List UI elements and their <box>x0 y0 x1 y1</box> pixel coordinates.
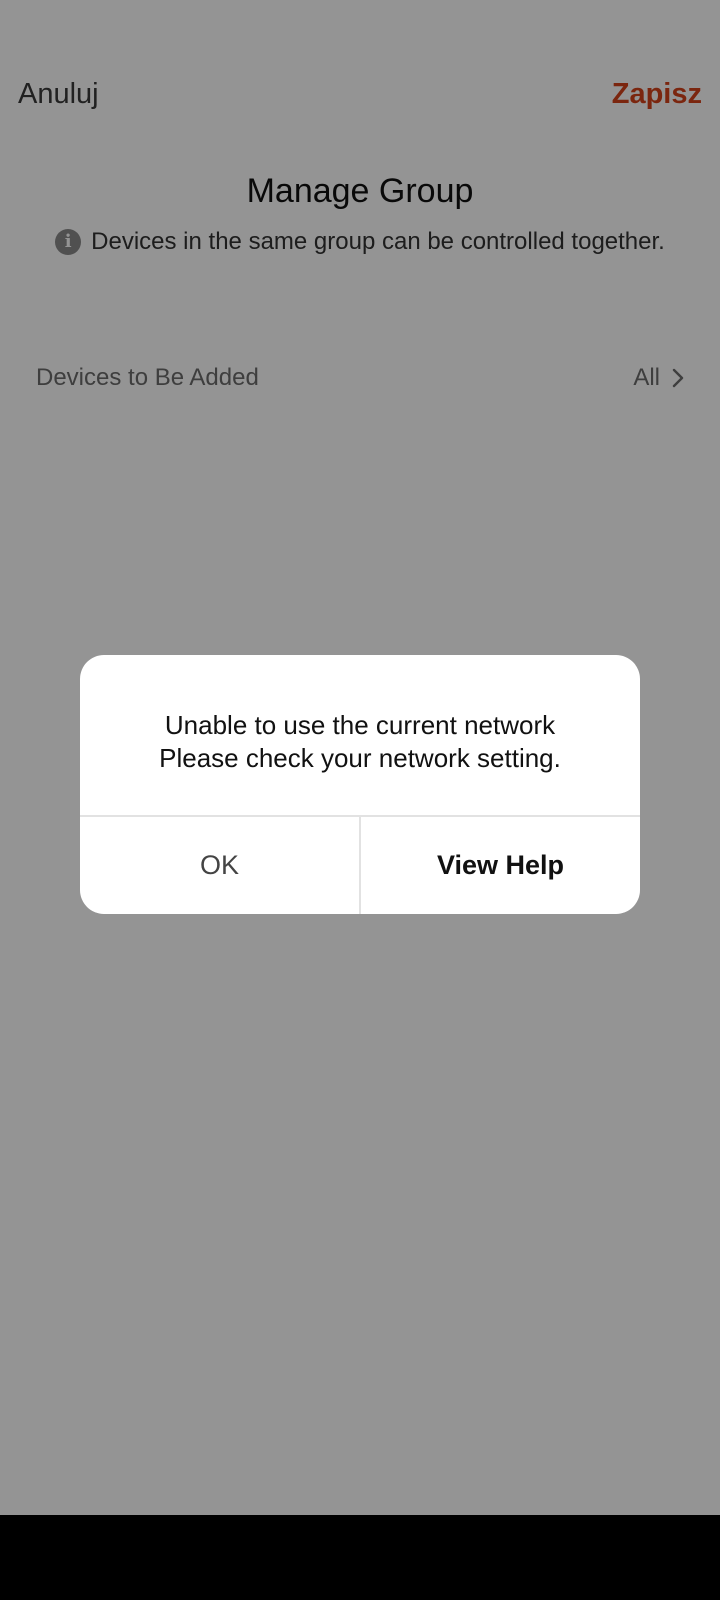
network-error-dialog: Unable to use the current network Please… <box>80 655 640 914</box>
dialog-message: Unable to use the current network Please… <box>80 709 640 775</box>
system-navigation-bar <box>0 1515 720 1600</box>
view-help-button[interactable]: View Help <box>361 817 640 914</box>
dialog-message-line2: Please check your network setting. <box>159 743 561 773</box>
dialog-message-line1: Unable to use the current network <box>164 710 556 740</box>
ok-button[interactable]: OK <box>80 817 359 914</box>
